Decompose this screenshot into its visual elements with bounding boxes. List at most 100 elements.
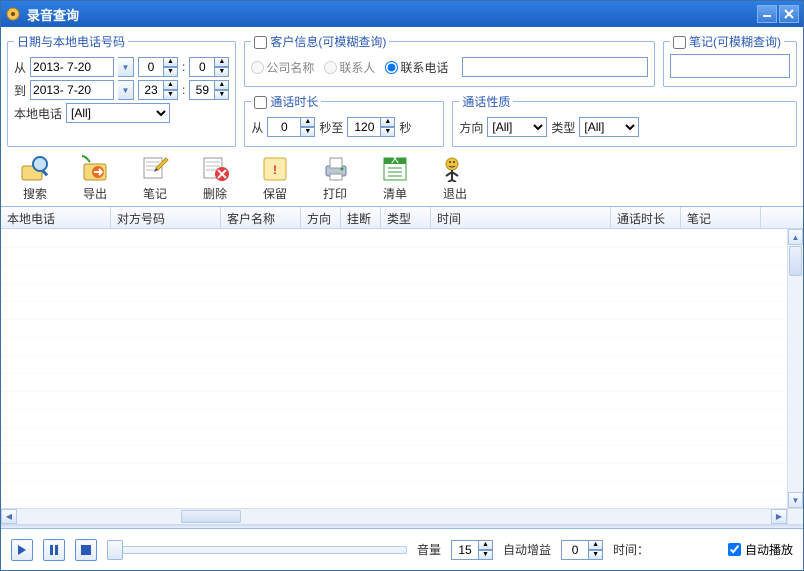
from-label: 从 bbox=[14, 59, 26, 76]
column-header[interactable]: 对方号码 bbox=[111, 207, 221, 228]
gain-input[interactable] bbox=[561, 540, 589, 560]
dur-to-down[interactable]: ▼ bbox=[381, 127, 395, 137]
autoplay-toggle[interactable]: 自动播放 bbox=[728, 541, 793, 558]
volume-up[interactable]: ▲ bbox=[479, 540, 493, 550]
colon-label: : bbox=[182, 60, 185, 74]
notes-checkbox[interactable] bbox=[673, 36, 686, 49]
autoplay-checkbox[interactable] bbox=[728, 543, 741, 556]
hour-from-down[interactable]: ▼ bbox=[164, 67, 178, 77]
scroll-right-button[interactable]: ▶ bbox=[771, 509, 787, 524]
results-table: 本地电话对方号码客户名称方向挂断类型时间通话时长笔记 ▲ ▼ ◀ ▶ bbox=[1, 206, 803, 524]
scroll-down-button[interactable]: ▼ bbox=[788, 492, 803, 508]
app-icon bbox=[5, 6, 21, 22]
progress-thumb[interactable] bbox=[107, 540, 123, 560]
date-to-input[interactable] bbox=[30, 80, 114, 100]
hscroll-thumb[interactable] bbox=[181, 510, 241, 523]
min-to-input[interactable] bbox=[189, 80, 215, 100]
type-select[interactable]: [All] bbox=[579, 117, 639, 137]
progress-track bbox=[107, 546, 407, 554]
filter-panel: 日期与本地电话号码 从 ▼ ▲▼ : ▲▼ 到 ▼ ▲▼ : ▲▼ 本地电话 [… bbox=[1, 27, 803, 147]
column-header[interactable]: 方向 bbox=[301, 207, 341, 228]
nature-legend: 通话性质 bbox=[459, 93, 513, 110]
exit-icon bbox=[439, 153, 471, 183]
notes-input[interactable] bbox=[670, 54, 790, 78]
column-header[interactable]: 笔记 bbox=[681, 207, 761, 228]
hour-to-input[interactable] bbox=[138, 80, 164, 100]
volume-input[interactable] bbox=[451, 540, 479, 560]
column-header[interactable]: 类型 bbox=[381, 207, 431, 228]
volume-label: 音量 bbox=[417, 541, 441, 558]
dur-to-up[interactable]: ▲ bbox=[381, 117, 395, 127]
delete-icon bbox=[199, 153, 231, 183]
svg-text:X: X bbox=[391, 154, 399, 166]
dur-from-up[interactable]: ▲ bbox=[301, 117, 315, 127]
scroll-corner bbox=[787, 509, 803, 524]
pause-button[interactable] bbox=[43, 539, 65, 561]
min-from-up[interactable]: ▲ bbox=[215, 57, 229, 67]
date-phone-legend: 日期与本地电话号码 bbox=[14, 33, 128, 50]
column-header[interactable]: 通话时长 bbox=[611, 207, 681, 228]
stop-button[interactable] bbox=[75, 539, 97, 561]
notes-button[interactable]: 笔记 bbox=[129, 151, 181, 204]
customer-input[interactable] bbox=[462, 57, 648, 77]
list-button[interactable]: X清单 bbox=[369, 151, 421, 204]
close-button[interactable] bbox=[779, 5, 799, 23]
radio-contact[interactable]: 联系人 bbox=[324, 59, 375, 76]
play-button[interactable] bbox=[11, 539, 33, 561]
export-button[interactable]: 导出 bbox=[69, 151, 121, 204]
gain-up[interactable]: ▲ bbox=[589, 540, 603, 550]
search-button[interactable]: 搜索 bbox=[9, 151, 61, 204]
titlebar: 录音查询 bbox=[1, 1, 803, 27]
hour-from-up[interactable]: ▲ bbox=[164, 57, 178, 67]
radio-company[interactable]: 公司名称 bbox=[251, 59, 314, 76]
column-header[interactable]: 时间 bbox=[431, 207, 611, 228]
notes-icon bbox=[139, 153, 171, 183]
vertical-scrollbar[interactable]: ▲ ▼ bbox=[787, 229, 803, 508]
to-label: 到 bbox=[14, 82, 26, 99]
notes-group: 笔记(可模糊查询) bbox=[663, 33, 797, 87]
scroll-up-button[interactable]: ▲ bbox=[788, 229, 803, 245]
radio-tel[interactable]: 联系电话 bbox=[385, 59, 448, 76]
app-window: 录音查询 日期与本地电话号码 从 ▼ ▲▼ : ▲▼ 到 ▼ ▲▼ : ▲▼ bbox=[0, 0, 804, 571]
hour-to-down[interactable]: ▼ bbox=[164, 90, 178, 100]
exit-button[interactable]: 退出 bbox=[429, 151, 481, 204]
hour-from-input[interactable] bbox=[138, 57, 164, 77]
delete-button[interactable]: 删除 bbox=[189, 151, 241, 204]
hour-to-up[interactable]: ▲ bbox=[164, 80, 178, 90]
duration-checkbox[interactable] bbox=[254, 96, 267, 109]
scroll-left-button[interactable]: ◀ bbox=[1, 509, 17, 524]
table-body[interactable]: ▲ ▼ bbox=[1, 229, 803, 508]
date-to-dropdown[interactable]: ▼ bbox=[118, 80, 134, 100]
colon-label-2: : bbox=[182, 83, 185, 97]
minimize-button[interactable] bbox=[757, 5, 777, 23]
dur-from-input[interactable] bbox=[267, 117, 301, 137]
local-phone-select[interactable]: [All] bbox=[66, 103, 170, 123]
dur-from-down[interactable]: ▼ bbox=[301, 127, 315, 137]
min-to-up[interactable]: ▲ bbox=[215, 80, 229, 90]
dur-to-input[interactable] bbox=[347, 117, 381, 137]
column-header[interactable]: 本地电话 bbox=[1, 207, 111, 228]
min-from-input[interactable] bbox=[189, 57, 215, 77]
vscroll-thumb[interactable] bbox=[789, 246, 802, 276]
volume-down[interactable]: ▼ bbox=[479, 550, 493, 560]
dur-from-label: 从 bbox=[251, 119, 263, 136]
date-from-input[interactable] bbox=[30, 57, 114, 77]
window-title: 录音查询 bbox=[27, 5, 755, 24]
grid-lines bbox=[1, 229, 803, 508]
min-from-down[interactable]: ▼ bbox=[215, 67, 229, 77]
column-header[interactable]: 挂断 bbox=[341, 207, 381, 228]
customer-checkbox[interactable] bbox=[254, 36, 267, 49]
progress-slider[interactable] bbox=[107, 541, 407, 559]
horizontal-scrollbar[interactable]: ◀ ▶ bbox=[1, 508, 803, 524]
date-from-dropdown[interactable]: ▼ bbox=[118, 57, 134, 77]
direction-select[interactable]: [All] bbox=[487, 117, 547, 137]
notes-legend: 笔记(可模糊查询) bbox=[670, 33, 784, 50]
gain-down[interactable]: ▼ bbox=[589, 550, 603, 560]
column-header[interactable]: 客户名称 bbox=[221, 207, 301, 228]
print-button[interactable]: 打印 bbox=[309, 151, 361, 204]
svg-text:!: ! bbox=[273, 163, 277, 177]
keep-button[interactable]: !保留 bbox=[249, 151, 301, 204]
keep-icon: ! bbox=[259, 153, 291, 183]
direction-label: 方向 bbox=[459, 119, 483, 136]
min-to-down[interactable]: ▼ bbox=[215, 90, 229, 100]
